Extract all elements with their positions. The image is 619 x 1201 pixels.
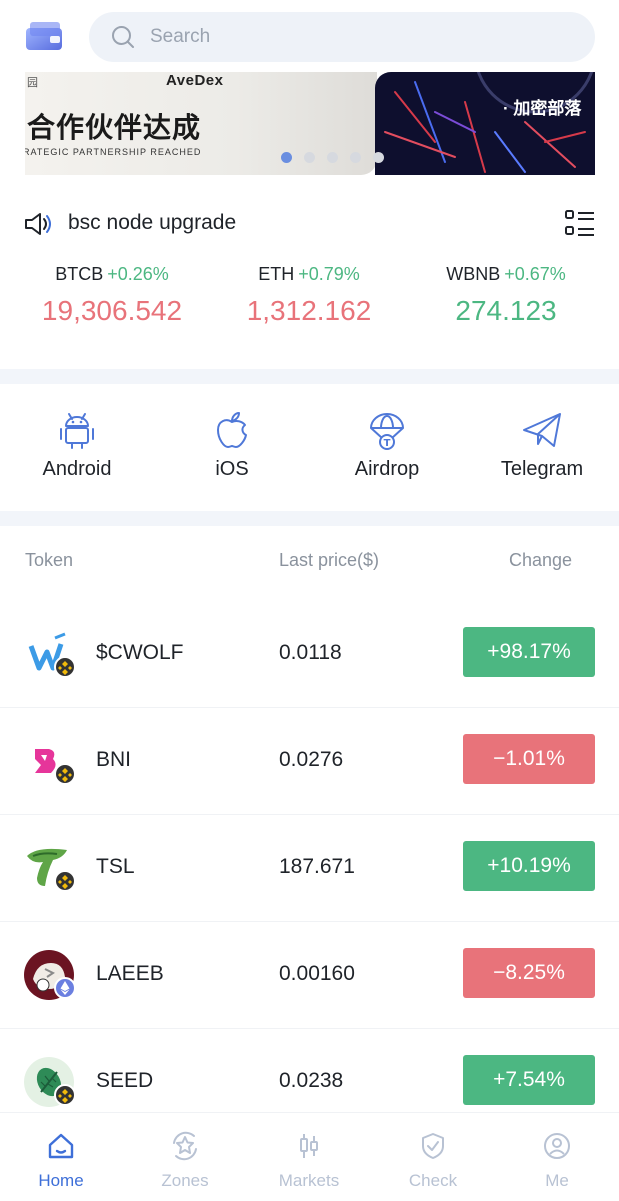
tab-label: Markets (278, 1171, 340, 1190)
change-badge: +7.54% (463, 1055, 595, 1105)
change-badge: +10.19% (463, 841, 595, 891)
announcement-bar[interactable]: bsc node upgrade (0, 197, 619, 249)
table-row[interactable]: $CWOLF 0.0118 +98.17% (0, 600, 619, 708)
column-header-token[interactable]: Token (25, 550, 73, 571)
eth-chain-icon (54, 977, 76, 999)
quick-link-airdrop[interactable]: T Airdrop (317, 408, 457, 481)
table-row[interactable]: BNI 0.0276 −1.01% (0, 707, 619, 815)
tab-check[interactable]: Check (378, 1131, 488, 1191)
carousel-indicator (281, 149, 396, 164)
banner-carousel[interactable]: 园 AveDex 合作伙伴达成 RATEGIC PARTNERSHIP REAC… (25, 72, 595, 175)
tab-label: Me (545, 1171, 569, 1190)
column-header-price[interactable]: Last price($) (279, 550, 379, 571)
token-name: LAEEB (96, 962, 164, 985)
quick-link-ios[interactable]: iOS (162, 408, 302, 481)
ticker-btcb[interactable]: BTCB +0.26% 19,306.542 (12, 264, 212, 327)
tab-me[interactable]: Me (502, 1131, 612, 1191)
token-price: 0.0118 (279, 641, 342, 664)
token-name: $CWOLF (96, 641, 184, 664)
tab-zones[interactable]: Zones (130, 1131, 240, 1191)
bsc-chain-icon (54, 656, 76, 678)
ticker-symbol: ETH (258, 264, 295, 284)
candlestick-icon (300, 1134, 318, 1158)
change-badge: +98.17% (463, 627, 595, 677)
search-placeholder: Search (150, 26, 211, 47)
tab-markets[interactable]: Markets (254, 1131, 364, 1191)
ticker-header: ETH +0.79% (209, 264, 409, 285)
token-price: 0.0238 (279, 1069, 344, 1092)
quick-link-telegram[interactable]: Telegram (472, 408, 612, 481)
tab-home[interactable]: Home (6, 1131, 116, 1191)
price-tickers: BTCB +0.26% 19,306.542 ETH +0.79% 1,312.16… (0, 264, 619, 344)
tab-label: Home (38, 1171, 84, 1190)
ticker-price: 1,312.162 (246, 295, 372, 326)
ticker-change: +0.67% (504, 264, 566, 284)
ticker-symbol: BTCB (55, 264, 104, 284)
bsc-chain-icon (54, 870, 76, 892)
token-name: SEED (96, 1069, 154, 1092)
change-badge: −8.25% (463, 948, 595, 998)
quick-link-label: Airdrop (354, 458, 420, 480)
ticker-header: BTCB +0.26% (12, 264, 212, 285)
ticker-wbnb[interactable]: WBNB +0.67% 274.123 (406, 264, 606, 327)
app-logo-icon[interactable] (24, 20, 66, 54)
ticker-header: WBNB +0.67% (406, 264, 606, 285)
ticker-change: +0.26% (107, 264, 169, 284)
token-price: 187.671 (279, 855, 355, 878)
banner-slide-tribe[interactable]: · 加密部落 (375, 72, 595, 175)
ticker-change: +0.79% (298, 264, 360, 284)
ticker-price: 274.123 (455, 295, 557, 326)
bottom-tab-bar: Home Zones Markets Check Me (0, 1112, 619, 1201)
bsc-chain-icon (54, 763, 76, 785)
table-row[interactable]: TSL 187.671 +10.19% (0, 814, 619, 922)
speaker-icon (25, 213, 51, 235)
user-icon (544, 1133, 570, 1159)
bsc-chain-icon (54, 1084, 76, 1106)
table-row[interactable]: LAEEB 0.00160 −8.25% (0, 921, 619, 1029)
zones-icon (173, 1131, 197, 1161)
announcement-text: bsc node upgrade (68, 211, 237, 234)
ticker-symbol: WBNB (446, 264, 501, 284)
quick-link-label: Android (42, 458, 112, 480)
banner-streak-graphic (384, 72, 594, 173)
token-price: 0.00160 (279, 962, 355, 985)
svg-text:T: T (384, 438, 391, 449)
android-icon (60, 413, 94, 449)
apple-icon (217, 412, 247, 448)
quick-link-label: iOS (215, 458, 249, 480)
tab-label: Zones (161, 1171, 209, 1190)
tab-label: Check (408, 1171, 458, 1190)
token-table-header: Token Last price($) Change (0, 550, 619, 580)
list-icon[interactable] (564, 209, 596, 237)
banner-headline: 合作伙伴达成 (27, 112, 202, 143)
quick-link-android[interactable]: Android (7, 408, 147, 481)
token-price: 0.0276 (279, 748, 344, 771)
section-divider (0, 511, 619, 526)
parachute-icon: T (370, 413, 404, 450)
banner-mark: 园 (27, 77, 38, 89)
ticker-price: 19,306.542 (41, 295, 183, 326)
quick-links: Android iOS T Airdrop Telegram (0, 384, 619, 510)
ticker-eth[interactable]: ETH +0.79% 1,312.162 (209, 264, 409, 327)
search-icon (112, 26, 134, 48)
token-name: TSL (96, 855, 135, 878)
banner-brand: AveDex (166, 72, 224, 89)
top-bar: Search (0, 0, 619, 72)
column-header-change[interactable]: Change (509, 550, 572, 571)
home-icon (48, 1133, 74, 1159)
quick-link-label: Telegram (500, 458, 584, 480)
banner-subtitle: RATEGIC PARTNERSHIP REACHED (25, 147, 202, 157)
paper-plane-icon (523, 413, 561, 447)
shield-check-icon (422, 1133, 444, 1159)
banner-right-text: · 加密部落 (503, 99, 582, 118)
token-name: BNI (96, 748, 132, 771)
search-input[interactable]: Search (89, 12, 595, 62)
change-badge: −1.01% (463, 734, 595, 784)
section-divider (0, 369, 619, 384)
